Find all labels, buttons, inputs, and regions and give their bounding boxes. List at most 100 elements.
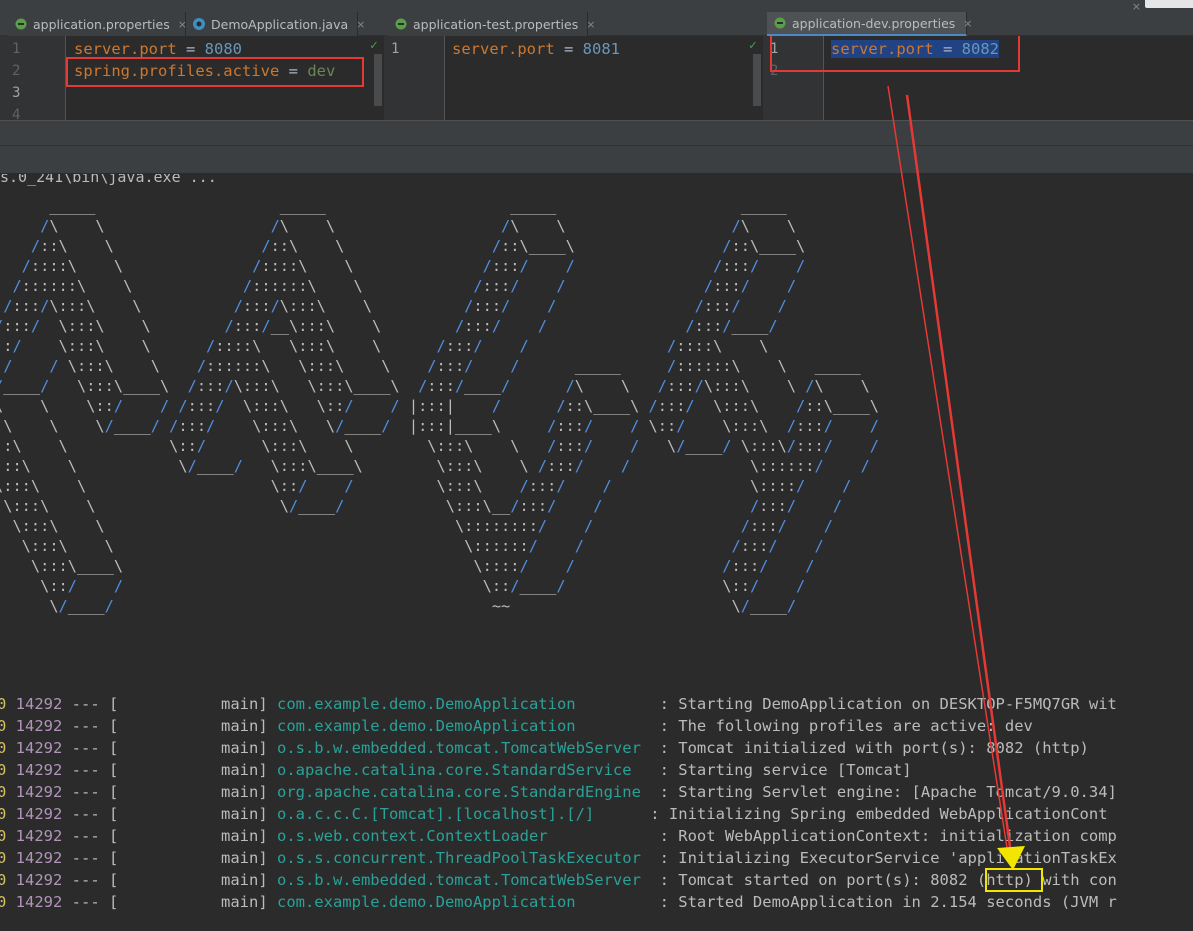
process-id: 14292 (6, 695, 63, 713)
tab-application-properties[interactable]: application.properties × (8, 12, 187, 36)
banner-line: ::\ \ \::/ \:::\ \ \:::\ \ /:::/ / \/___… (0, 437, 879, 455)
log-message: : Started DemoApplication in 2.154 secon… (650, 893, 1117, 911)
process-id: 14292 (6, 761, 63, 779)
close-tab-icon[interactable]: × (963, 17, 972, 30)
property-value: 8080 (204, 40, 242, 58)
thread-name: main] (118, 827, 277, 845)
separator: --- [ (62, 871, 119, 889)
separator: --- [ (62, 739, 119, 757)
line-number: 2 (12, 63, 21, 79)
log-line: 0 14292 --- [ main] o.s.b.w.embedded.tom… (0, 869, 1117, 891)
code-line-server-port[interactable]: server.port = 8081 (452, 38, 620, 60)
banner-line: :::\ \ \/____/ \:::\____\ \:::\ \ /:::/ … (0, 457, 870, 475)
logger-name: o.s.b.w.embedded.tomcat.TomcatWebServer (276, 739, 651, 757)
editor-pane-application-dev-properties[interactable]: 1 2 server.port = 8082 (763, 36, 1193, 120)
window-control-button[interactable] (1145, 0, 1193, 8)
banner-line: ::/ \:::\ \ /::::\ \:::\ \ /:::/ / /::::… (0, 337, 769, 355)
tab-label: application.properties (33, 16, 170, 32)
scrollbar[interactable] (753, 54, 761, 106)
editor-pane-application-properties[interactable]: 1 2 3 4 server.port = 8080 spring.profil… (0, 36, 384, 120)
properties-file-icon (14, 17, 28, 31)
logger-name: com.example.demo.DemoApplication (276, 893, 651, 911)
process-id: 14292 (6, 849, 63, 867)
line-number: 1 (391, 41, 400, 57)
log-line: 0 14292 --- [ main] o.a.c.c.C.[Tomcat].[… (0, 803, 1108, 825)
banner-line: \/____/ ~~ \/____/ (49, 597, 797, 615)
line-number: 3 (12, 85, 21, 101)
editor-tab-bar: application.properties × DemoApplication… (0, 0, 1193, 36)
tab-label: application-dev.properties (792, 15, 956, 31)
log-message: : Tomcat initialized with port(s): 8082 … (650, 739, 1089, 757)
line-number: 4 (12, 107, 21, 120)
tab-label: application-test.properties (413, 16, 579, 32)
banner-line: /::\ \ /::\ \ /::\____\ /::\____\ (30, 237, 806, 255)
process-id: 14292 (6, 783, 63, 801)
separator: --- [ (62, 783, 119, 801)
log-message: : Starting DemoApplication on DESKTOP-F5… (650, 695, 1117, 713)
banner-line: /____/ \:::\____\ /:::/\:::\ \:::\____\ … (0, 377, 870, 395)
property-value: 8081 (582, 40, 620, 58)
equals-sign: = (176, 40, 205, 58)
process-id: 14292 (6, 827, 63, 845)
banner-line: :/ / \:::\ \ /::::::\ \:::\ \ /:::/ / __… (0, 357, 861, 375)
banner-line: \:::\ \ \/____/ \:::\__/:::/ / /:::/ / (3, 497, 843, 515)
log-message: : Root WebApplicationContext: initializa… (650, 827, 1117, 845)
close-icon[interactable]: × (1132, 0, 1141, 13)
checkmark-icon: ✓ (370, 38, 378, 53)
banner-line: \:::\ \ \::/ / \:::\ /:::/ / \::::/ / (0, 477, 852, 495)
tab-label: DemoApplication.java (211, 16, 349, 32)
process-id: 14292 (6, 739, 63, 757)
logger-name: o.s.b.w.embedded.tomcat.TomcatWebServer (276, 871, 651, 889)
thread-name: main] (118, 783, 277, 801)
banner-line: /::::::\ \ /::::::\ \ /:::/ / /:::/ / (12, 277, 797, 295)
thread-name: main] (118, 717, 277, 735)
log-line: 0 14292 --- [ main] com.example.demo.Dem… (0, 693, 1117, 715)
banner-line: /::::\ \ /::::\ \ /:::/ / /:::/ / (21, 257, 806, 275)
separator: --- [ (62, 893, 119, 911)
separator: --- [ (62, 761, 119, 779)
logger-name: com.example.demo.DemoApplication (276, 695, 651, 713)
thread-name: main] (118, 849, 277, 867)
line-number: 1 (12, 41, 21, 57)
log-message: : Starting Servlet engine: [Apache Tomca… (650, 783, 1117, 801)
log-line: 0 14292 --- [ main] o.apache.catalina.co… (0, 759, 912, 781)
close-tab-icon[interactable]: × (356, 18, 365, 31)
separator: --- [ (62, 827, 119, 845)
log-message: : Initializing ExecutorService 'applicat… (650, 849, 1117, 867)
thread-name: main] (118, 739, 277, 757)
ascii-art-banner: _____ _____ _____ _____ /\ \ /\ \ /\ \ /… (0, 196, 879, 616)
properties-file-icon (394, 17, 408, 31)
log-line: 0 14292 --- [ main] com.example.demo.Dem… (0, 715, 1033, 737)
process-id: 14292 (6, 893, 63, 911)
logger-name: o.s.web.context.ContextLoader (276, 827, 651, 845)
line-gutter: 1 (385, 36, 445, 120)
log-line: 0 14292 --- [ main] org.apache.catalina.… (0, 781, 1117, 803)
run-tool-window-header (0, 146, 1193, 174)
editor-pane-application-test-properties[interactable]: 1 server.port = 8081 ✓ (384, 36, 763, 120)
banner-line: \::/ / \::/____/ \::/ / (40, 577, 806, 595)
checkmark-icon: ✓ (749, 38, 757, 53)
separator: --- [ (62, 805, 119, 823)
log-line: 0 14292 --- [ main] o.s.web.context.Cont… (0, 825, 1117, 847)
banner-line: /:::/\:::\ \ /:::/\:::\ \ /:::/ / /:::/ … (3, 297, 787, 315)
logger-name: o.apache.catalina.core.StandardService (276, 761, 651, 779)
log-message: : The following profiles are active: dev (650, 717, 1033, 735)
log-line: 0 14292 --- [ main] com.example.demo.Dem… (0, 891, 1117, 913)
tab-application-dev-properties[interactable]: application-dev.properties × (767, 12, 973, 36)
line-gutter: 1 2 3 4 (0, 36, 66, 120)
scrollbar[interactable] (374, 54, 382, 106)
close-tab-icon[interactable]: × (586, 18, 595, 31)
banner-line: _____ _____ _____ _____ (49, 197, 787, 215)
run-console[interactable]: s.0_241\bin\java.exe ... _____ _____ ___… (0, 174, 1193, 931)
logger-name: com.example.demo.DemoApplication (276, 717, 651, 735)
tab-demoapplication-java[interactable]: DemoApplication.java × (186, 12, 365, 36)
banner-line: /:::/ \:::\ \ /:::/__\:::\ \ /:::/ / /::… (0, 317, 778, 335)
log-message: : Tomcat started on port(s): 8082 (http)… (650, 871, 1117, 889)
banner-line: \:::\ \ \::::::/ / /:::/ / (21, 537, 824, 555)
tab-application-test-properties[interactable]: application-test.properties × (388, 12, 595, 36)
process-id: 14292 (6, 871, 63, 889)
highlight-box-dev-port (770, 36, 1020, 72)
property-key: server.port (452, 40, 555, 58)
java-class-icon (192, 17, 206, 31)
properties-file-icon (773, 16, 787, 30)
